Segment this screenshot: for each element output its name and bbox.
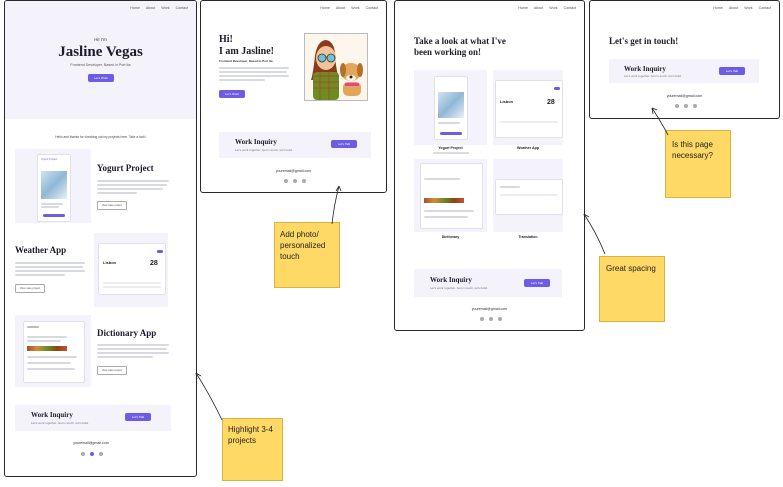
arrow-photo (331, 185, 340, 225)
arrow-spacing (583, 213, 606, 255)
arrow-necessary (651, 107, 669, 136)
arrow-highlight (195, 372, 223, 421)
arrow-spacing-head (583, 213, 590, 221)
arrow-highlight-head (195, 372, 202, 380)
annotation-arrows (195, 107, 669, 421)
